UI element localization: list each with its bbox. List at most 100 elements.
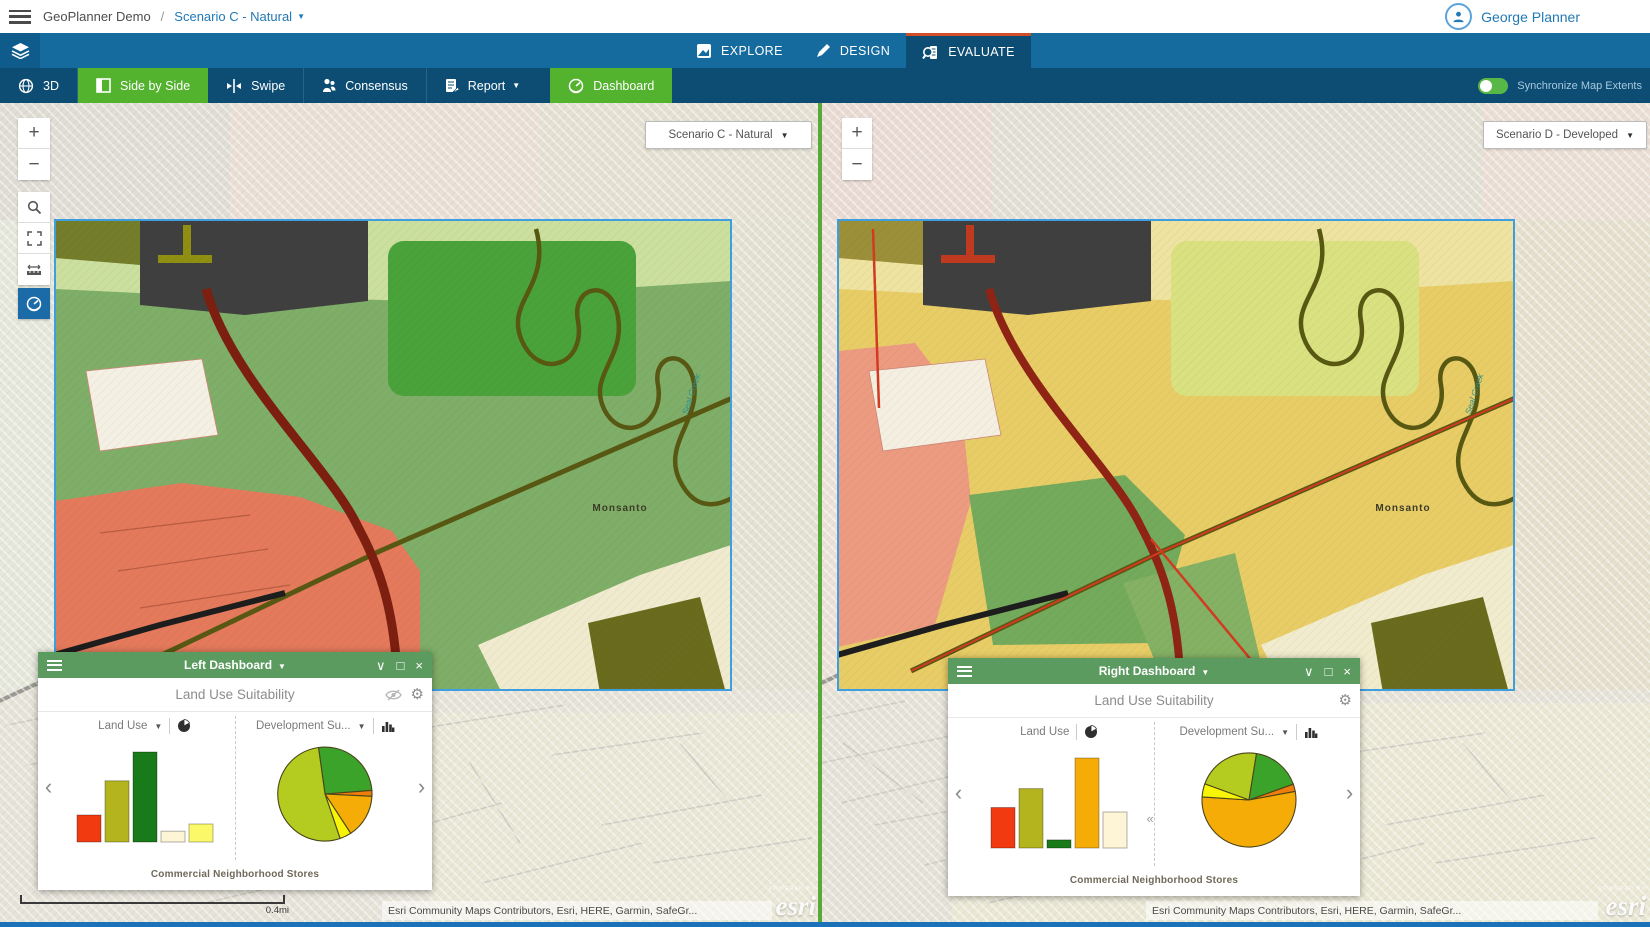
widget-divider [235,716,236,860]
chevron-down-icon[interactable]: ▼ [1281,728,1289,737]
tab-design[interactable]: DESIGN [799,33,906,68]
carousel-prev-icon[interactable]: ‹ [40,776,57,798]
tab-label: DESIGN [840,44,890,58]
close-icon[interactable]: × [1343,665,1351,678]
maximize-icon[interactable]: □ [397,659,405,672]
user-avatar-icon [1445,3,1472,30]
chevron-down-icon[interactable]: ▼ [297,12,305,21]
bar-chart-icon[interactable] [1304,726,1318,739]
land-use-widget: Land Use [967,720,1152,866]
chevron-down-icon: ▼ [512,81,520,90]
app-title: GeoPlanner Demo [43,9,151,24]
widget-divider: « [1154,722,1155,866]
measure-icon[interactable] [18,254,50,285]
chevron-down-icon: ▼ [1201,668,1209,677]
top-bar: GeoPlanner Demo / Scenario C - Natural ▼… [0,0,1650,33]
carousel-prev-icon[interactable]: ‹ [950,782,967,804]
button-label: Consensus [345,79,408,93]
button-label: Dashboard [593,79,654,93]
side-by-side-icon [96,78,111,93]
bottom-accent-strip [0,922,1650,927]
panel-title[interactable]: Left Dashboard [184,658,272,672]
chevron-down-icon[interactable]: ▼ [358,722,366,731]
gear-icon[interactable]: ⚙ [1339,693,1352,708]
consensus-button[interactable]: Consensus [304,68,427,103]
collapse-icon[interactable]: ∨ [1304,665,1314,678]
breadcrumb-scenario-link[interactable]: Scenario C - Natural [174,9,292,24]
collapse-icon[interactable]: ∨ [376,659,386,672]
nav-bar: EXPLORE DESIGN EVALUATE [0,33,1650,68]
chevron-down-icon: ▼ [781,131,789,140]
report-icon [445,78,459,93]
left-dashboard-panel: Left Dashboard▼ ∨ □ × Land Use Suitabili… [38,652,432,890]
right-dashboard-header[interactable]: Right Dashboard ▼ ∨ □ × [948,658,1360,684]
zoom-in-button[interactable]: + [842,118,872,149]
chart-subject-label: Commercial Neighborhood Stores [38,860,432,890]
breadcrumb-separator: / [161,9,165,24]
left-scenario-dropdown[interactable]: Scenario C - Natural ▼ [645,121,812,149]
widget-label[interactable]: Development Su... [1179,726,1274,738]
report-button[interactable]: Report ▼ [427,68,538,103]
widget-title-row: Land Use Suitability ⚙ [948,684,1360,718]
chevron-down-icon: ▼ [1626,131,1634,140]
evaluate-toolbar: 3D Side by Side Swipe Consensus Report [0,68,1650,103]
widget-label[interactable]: Land Use [98,720,147,732]
tab-evaluate[interactable]: EVALUATE [906,33,1031,68]
esri-logo: POWERED BYesri [1590,887,1646,920]
maximize-icon[interactable]: □ [1325,665,1333,678]
button-label: 3D [43,79,59,93]
chevron-down-icon[interactable]: ▼ [154,722,162,731]
land-use-widget: Land Use ▼ [57,714,233,860]
tab-label: EVALUATE [948,45,1015,59]
carousel-next-icon[interactable]: › [413,776,430,798]
search-icon[interactable] [18,192,50,223]
side-by-side-button[interactable]: Side by Side [78,68,208,103]
bar-chart-icon[interactable] [381,720,395,733]
close-icon[interactable]: × [415,659,423,672]
chart-subject-label: Commercial Neighborhood Stores [948,866,1360,896]
dashboard-gauge-icon[interactable] [18,288,50,319]
tab-explore[interactable]: EXPLORE [680,33,799,68]
panel-title[interactable]: Right Dashboard [1099,664,1196,678]
eye-slash-icon[interactable] [385,689,402,701]
scale-bar: 0.4mi [20,895,285,904]
development-suitability-pie-chart [271,738,379,850]
suitability-title: Land Use Suitability [948,693,1360,708]
land-use-bar-chart [69,738,221,852]
zoom-out-button[interactable]: − [842,149,872,180]
left-map-attribution: Esri Community Maps Contributors, Esri, … [382,901,772,920]
user-menu[interactable]: George Planner [1445,0,1580,33]
right-scenario-dropdown[interactable]: Scenario D - Developed ▼ [1483,121,1647,149]
left-dashboard-header[interactable]: Left Dashboard ▼ ∨ □ × [38,652,432,678]
3d-button[interactable]: 3D [0,68,78,103]
widget-label[interactable]: Land Use [1020,726,1069,738]
dashboard-button[interactable]: Dashboard [550,68,672,103]
collapse-widget-icon[interactable]: « [1147,808,1154,829]
sync-toggle[interactable] [1478,78,1508,94]
swipe-icon [226,79,242,93]
carousel-next-icon[interactable]: › [1341,782,1358,804]
user-name: George Planner [1481,9,1580,25]
widget-label[interactable]: Development Su... [256,720,351,732]
full-extent-icon[interactable] [18,223,50,254]
selected-scenario: Scenario C - Natural [668,129,772,141]
right-map-zoom-controls: + − [842,118,872,180]
layers-button[interactable] [0,33,40,68]
pencil-icon [815,43,831,59]
pie-chart-icon[interactable] [1084,725,1098,739]
gear-icon[interactable]: ⚙ [411,687,424,702]
chevron-down-icon: ▼ [278,662,286,671]
map-split-divider[interactable] [818,103,822,922]
tab-label: EXPLORE [721,44,783,58]
land-use-bar-chart [983,744,1135,858]
main-menu-icon[interactable] [9,10,31,24]
zoom-out-button[interactable]: − [18,149,50,180]
pie-chart-icon[interactable] [177,719,191,733]
esri-logo: POWERED BYesri [758,887,816,920]
button-label: Report [468,79,506,93]
swipe-button[interactable]: Swipe [208,68,304,103]
sync-extents-control: Synchronize Map Extents [1478,68,1650,103]
right-dashboard-panel: Right Dashboard ▼ ∨ □ × Land Use Suitabil… [948,658,1360,896]
zoom-in-button[interactable]: + [18,118,50,149]
scale-label: 0.4mi [266,905,289,916]
